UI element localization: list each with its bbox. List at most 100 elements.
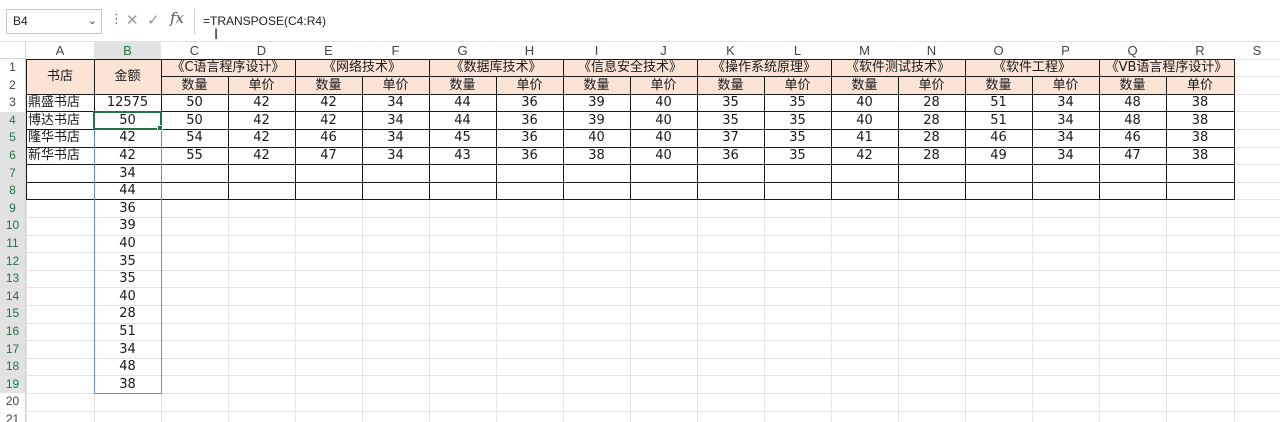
price-header-cell[interactable]: 单价 xyxy=(1032,77,1099,95)
data-cell[interactable]: 34 xyxy=(1032,129,1099,147)
data-cell[interactable]: 54 xyxy=(161,129,228,147)
data-cell[interactable]: 42 xyxy=(295,94,362,112)
column-header-d[interactable]: D xyxy=(228,42,295,59)
column-header-h[interactable]: H xyxy=(496,42,563,59)
row-header-3[interactable]: 3 xyxy=(0,94,26,112)
row-header-15[interactable]: 15 xyxy=(0,305,26,323)
data-cell[interactable]: 35 xyxy=(764,147,831,165)
data-cell[interactable]: 46 xyxy=(295,129,362,147)
row-header-10[interactable]: 10 xyxy=(0,217,26,235)
data-cell[interactable]: 47 xyxy=(1099,147,1166,165)
column-header-q[interactable]: Q xyxy=(1099,42,1166,59)
column-header-b[interactable]: B xyxy=(94,42,161,59)
column-header-l[interactable]: L xyxy=(764,42,831,59)
formula-input[interactable]: =TRANSPOSE(C4:R4) xyxy=(194,9,1274,34)
column-header-c[interactable]: C xyxy=(161,42,228,59)
qty-header-cell[interactable]: 数量 xyxy=(161,77,228,95)
column-header-n[interactable]: N xyxy=(898,42,965,59)
data-cell[interactable]: 39 xyxy=(563,94,630,112)
data-cell[interactable]: 44 xyxy=(429,94,496,112)
book-title-cell[interactable]: 《软件测试技术》 xyxy=(831,59,965,77)
row-header-16[interactable]: 16 xyxy=(0,323,26,341)
qty-header-cell[interactable]: 数量 xyxy=(429,77,496,95)
qty-header-cell[interactable]: 数量 xyxy=(563,77,630,95)
data-cell[interactable]: 42 xyxy=(228,112,295,130)
data-cell[interactable]: 34 xyxy=(362,147,429,165)
data-cell[interactable]: 40 xyxy=(630,94,697,112)
column-header-k[interactable]: K xyxy=(697,42,764,59)
column-header-r[interactable]: R xyxy=(1166,42,1234,59)
data-cell[interactable]: 36 xyxy=(496,112,563,130)
data-cell[interactable]: 35 xyxy=(697,94,764,112)
data-cell[interactable]: 35 xyxy=(764,94,831,112)
amount-cell[interactable]: 12575 xyxy=(94,94,161,112)
data-cell[interactable]: 42 xyxy=(831,147,898,165)
data-cell[interactable]: 48 xyxy=(1099,112,1166,130)
data-cell[interactable]: 46 xyxy=(1099,129,1166,147)
book-title-cell[interactable]: 《数据库技术》 xyxy=(429,59,563,77)
row-header-20[interactable]: 20 xyxy=(0,393,26,411)
price-header-cell[interactable]: 单价 xyxy=(764,77,831,95)
data-cell[interactable]: 50 xyxy=(161,112,228,130)
chevron-down-icon[interactable]: ⌄ xyxy=(88,10,97,33)
data-cell[interactable]: 38 xyxy=(1166,112,1234,130)
column-header-o[interactable]: O xyxy=(965,42,1032,59)
price-header-cell[interactable]: 单价 xyxy=(630,77,697,95)
data-cell[interactable]: 35 xyxy=(764,112,831,130)
data-cell[interactable]: 40 xyxy=(630,112,697,130)
data-cell[interactable]: 34 xyxy=(362,129,429,147)
data-cell[interactable]: 34 xyxy=(362,112,429,130)
data-cell[interactable]: 36 xyxy=(496,129,563,147)
column-header-g[interactable]: G xyxy=(429,42,496,59)
amount-header-cell[interactable]: 金额 xyxy=(94,59,161,94)
select-all-corner[interactable] xyxy=(0,42,26,59)
data-cell[interactable]: 39 xyxy=(563,112,630,130)
store-header-cell[interactable]: 书店 xyxy=(26,59,94,94)
price-header-cell[interactable]: 单价 xyxy=(362,77,429,95)
data-cell[interactable]: 34 xyxy=(362,94,429,112)
price-header-cell[interactable]: 单价 xyxy=(496,77,563,95)
data-cell[interactable]: 49 xyxy=(965,147,1032,165)
data-cell[interactable]: 44 xyxy=(429,112,496,130)
data-cell[interactable]: 51 xyxy=(965,94,1032,112)
column-header-i[interactable]: I xyxy=(563,42,630,59)
row-header-12[interactable]: 12 xyxy=(0,252,26,271)
data-cell[interactable]: 28 xyxy=(898,129,965,147)
data-cell[interactable]: 48 xyxy=(1099,94,1166,112)
store-name-cell[interactable]: 博达书店 xyxy=(26,112,94,130)
data-cell[interactable]: 34 xyxy=(1032,147,1099,165)
data-cell[interactable]: 38 xyxy=(1166,94,1234,112)
data-cell[interactable]: 42 xyxy=(228,129,295,147)
row-header-14[interactable]: 14 xyxy=(0,287,26,306)
column-header-m[interactable]: M xyxy=(831,42,898,59)
price-header-cell[interactable]: 单价 xyxy=(898,77,965,95)
data-cell[interactable]: 40 xyxy=(831,112,898,130)
data-cell[interactable]: 28 xyxy=(898,94,965,112)
data-cell[interactable]: 37 xyxy=(697,129,764,147)
row-header-17[interactable]: 17 xyxy=(0,340,26,359)
data-cell[interactable]: 28 xyxy=(898,112,965,130)
qty-header-cell[interactable]: 数量 xyxy=(1099,77,1166,95)
fill-handle[interactable] xyxy=(157,125,163,132)
data-cell[interactable]: 36 xyxy=(697,147,764,165)
data-cell[interactable]: 28 xyxy=(898,147,965,165)
qty-header-cell[interactable]: 数量 xyxy=(965,77,1032,95)
name-box[interactable]: B4 ⌄ xyxy=(6,9,102,34)
column-header-a[interactable]: A xyxy=(26,42,94,59)
data-cell[interactable]: 42 xyxy=(295,112,362,130)
book-title-cell[interactable]: 《网络技术》 xyxy=(295,59,429,77)
data-cell[interactable]: 42 xyxy=(228,94,295,112)
book-title-cell[interactable]: 《VB语言程序设计》 xyxy=(1099,59,1234,77)
data-cell[interactable]: 40 xyxy=(831,94,898,112)
column-header-e[interactable]: E xyxy=(295,42,362,59)
data-cell[interactable]: 34 xyxy=(1032,94,1099,112)
book-title-cell[interactable]: 《软件工程》 xyxy=(965,59,1099,77)
data-cell[interactable]: 43 xyxy=(429,147,496,165)
data-cell[interactable]: 40 xyxy=(563,129,630,147)
data-cell[interactable]: 45 xyxy=(429,129,496,147)
row-header-8[interactable]: 8 xyxy=(0,182,26,200)
data-cell[interactable]: 42 xyxy=(228,147,295,165)
row-header-19[interactable]: 19 xyxy=(0,375,26,394)
function-icon[interactable]: fx xyxy=(170,9,184,27)
active-cell-b4[interactable] xyxy=(93,110,162,131)
